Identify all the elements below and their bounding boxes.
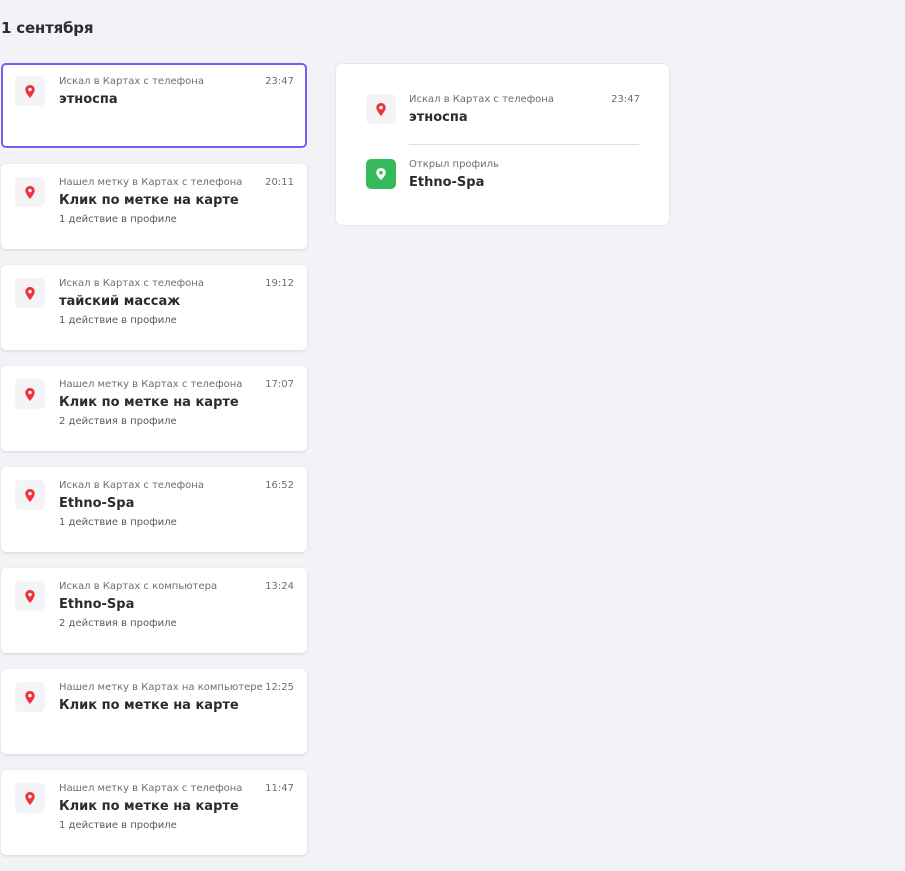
event-actions-count: 2 действия в профиле (59, 416, 177, 427)
event-actions-count: 1 действие в профиле (59, 820, 177, 831)
event-list: Искал в Картах с телефона 23:47 этноспа … (1, 63, 307, 871)
event-time: 17:07 (265, 379, 294, 390)
detail-search-query: этноспа (409, 110, 468, 125)
map-pin-icon (15, 177, 45, 207)
event-title: этноспа (59, 92, 118, 107)
detail-profile-name[interactable]: Ethno-Spa (409, 175, 484, 190)
map-pin-icon (15, 783, 45, 813)
event-actions-count: 2 действия в профиле (59, 618, 177, 629)
map-pin-icon (15, 379, 45, 409)
map-pin-icon (15, 480, 45, 510)
event-actions-count: 1 действие в профиле (59, 517, 177, 528)
detail-search-time: 23:47 (611, 94, 640, 105)
profile-pin-icon (366, 159, 396, 189)
event-card[interactable]: Искал в Картах с телефона 23:47 этноспа (1, 63, 307, 148)
event-card[interactable]: Искал в Картах с телефона 16:52 Ethno-Sp… (1, 467, 307, 552)
event-source: Искал в Картах с телефона (59, 480, 204, 491)
event-title: тайский массаж (59, 294, 181, 309)
detail-profile-action: Открыл профиль (409, 159, 499, 170)
event-time: 23:47 (265, 76, 294, 87)
event-time: 20:11 (265, 177, 294, 188)
detail-search-row: Искал в Картах с телефона 23:47 этноспа (336, 94, 669, 144)
event-time: 13:24 (265, 581, 294, 592)
event-source: Искал в Картах с компьютера (59, 581, 218, 592)
event-card[interactable]: Нашел метку в Картах с телефона 17:07 Кл… (1, 366, 307, 451)
map-pin-icon (15, 581, 45, 611)
event-card[interactable]: Нашел метку в Картах с телефона 11:47 Кл… (1, 770, 307, 855)
event-time: 11:47 (265, 783, 294, 794)
event-card[interactable]: Искал в Картах с телефона 19:12 тайский … (1, 265, 307, 350)
event-actions-count: 1 действие в профиле (59, 315, 177, 326)
event-source: Нашел метку в Картах с телефона (59, 177, 243, 188)
event-source: Искал в Картах с телефона (59, 76, 204, 87)
event-detail-panel: Искал в Картах с телефона 23:47 этноспа … (336, 64, 669, 225)
event-card[interactable]: Искал в Картах с компьютера 13:24 Ethno-… (1, 568, 307, 653)
detail-profile-row[interactable]: Открыл профиль Ethno-Spa (336, 159, 669, 209)
event-source: Искал в Картах с телефона (59, 278, 204, 289)
event-title: Клик по метке на карте (59, 799, 239, 814)
event-time: 19:12 (265, 278, 294, 289)
event-title: Ethno-Spa (59, 597, 135, 612)
event-title: Ethno-Spa (59, 496, 135, 511)
event-title: Клик по метке на карте (59, 395, 239, 410)
event-actions-count: 1 действие в профиле (59, 214, 177, 225)
event-card[interactable]: Нашел метку в Картах на компьютере 12:25… (1, 669, 307, 754)
event-source: Нашел метку в Картах на компьютере (59, 682, 263, 693)
date-heading: 1 сентября (1, 19, 94, 37)
event-title: Клик по метке на карте (59, 698, 239, 713)
event-time: 12:25 (265, 682, 294, 693)
event-source: Нашел метку в Картах с телефона (59, 379, 243, 390)
event-card[interactable]: Нашел метку в Картах с телефона 20:11 Кл… (1, 164, 307, 249)
map-pin-icon (15, 76, 45, 106)
event-source: Нашел метку в Картах с телефона (59, 783, 243, 794)
detail-divider (409, 144, 639, 145)
detail-search-source: Искал в Картах с телефона (409, 94, 554, 105)
event-title: Клик по метке на карте (59, 193, 239, 208)
event-time: 16:52 (265, 480, 294, 491)
map-pin-icon (366, 94, 396, 124)
map-pin-icon (15, 278, 45, 308)
map-pin-icon (15, 682, 45, 712)
